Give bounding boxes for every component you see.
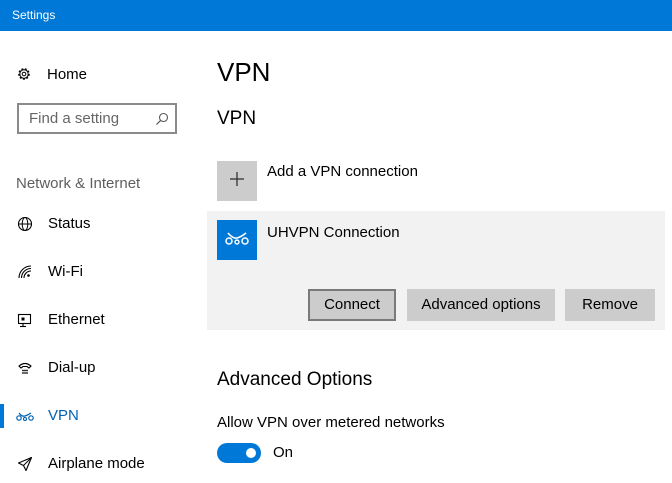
globe-icon xyxy=(16,216,34,232)
active-indicator xyxy=(0,404,4,428)
vpn-icon xyxy=(16,408,34,424)
main-content: VPN VPN Add a VPN connection UHVPN Conne… xyxy=(200,31,672,483)
advanced-options-button[interactable]: Advanced options xyxy=(407,289,555,321)
sidebar: Home Network & Internet Status xyxy=(0,31,200,483)
toggle-knob xyxy=(246,448,256,458)
advanced-options-heading: Advanced Options xyxy=(217,369,373,390)
connection-tile xyxy=(217,220,257,260)
home-label: Home xyxy=(47,65,88,83)
remove-button[interactable]: Remove xyxy=(565,289,655,321)
gear-icon xyxy=(16,66,32,82)
dialup-icon xyxy=(16,360,34,376)
search-icon[interactable] xyxy=(155,112,169,126)
ethernet-icon xyxy=(16,312,34,328)
sidebar-item-ethernet[interactable]: Ethernet xyxy=(0,300,200,340)
plus-icon xyxy=(229,171,245,192)
sidebar-item-vpn[interactable]: VPN xyxy=(0,396,200,436)
connect-button[interactable]: Connect xyxy=(308,289,396,321)
vpn-section-title: VPN xyxy=(217,108,257,129)
connection-name: UHVPN Connection xyxy=(267,224,400,241)
airplane-icon xyxy=(16,456,34,472)
vpn-connection-panel[interactable]: UHVPN Connection Connect Advanced option… xyxy=(207,211,665,330)
sidebar-item-wifi[interactable]: Wi-Fi xyxy=(0,252,200,292)
search-box[interactable] xyxy=(17,103,177,134)
sidebar-item-label: Dial-up xyxy=(48,359,96,376)
home-nav-item[interactable]: Home xyxy=(16,63,87,85)
metered-networks-toggle[interactable] xyxy=(217,443,261,463)
add-tile[interactable] xyxy=(217,161,257,201)
sidebar-item-label: Status xyxy=(48,215,91,232)
sidebar-item-label: VPN xyxy=(48,407,79,424)
sidebar-item-label: Wi-Fi xyxy=(48,263,83,280)
search-input[interactable] xyxy=(19,105,149,132)
vpn-icon xyxy=(224,228,250,253)
sidebar-item-dialup[interactable]: Dial-up xyxy=(0,348,200,388)
page-title: VPN xyxy=(217,57,271,87)
toggle-state-label: On xyxy=(273,444,294,461)
sidebar-item-label: Airplane mode xyxy=(48,455,145,472)
section-label: Network & Internet xyxy=(16,175,141,192)
window-title: Settings xyxy=(12,8,56,22)
title-bar: Settings xyxy=(0,0,672,31)
sidebar-item-status[interactable]: Status xyxy=(0,204,200,244)
wifi-icon xyxy=(16,264,34,280)
add-vpn-connection[interactable]: Add a VPN connection xyxy=(217,161,517,201)
sidebar-item-label: Ethernet xyxy=(48,311,105,328)
metered-networks-label: Allow VPN over metered networks xyxy=(217,414,445,431)
add-vpn-label: Add a VPN connection xyxy=(267,163,418,180)
sidebar-item-airplane-mode[interactable]: Airplane mode xyxy=(0,444,200,483)
